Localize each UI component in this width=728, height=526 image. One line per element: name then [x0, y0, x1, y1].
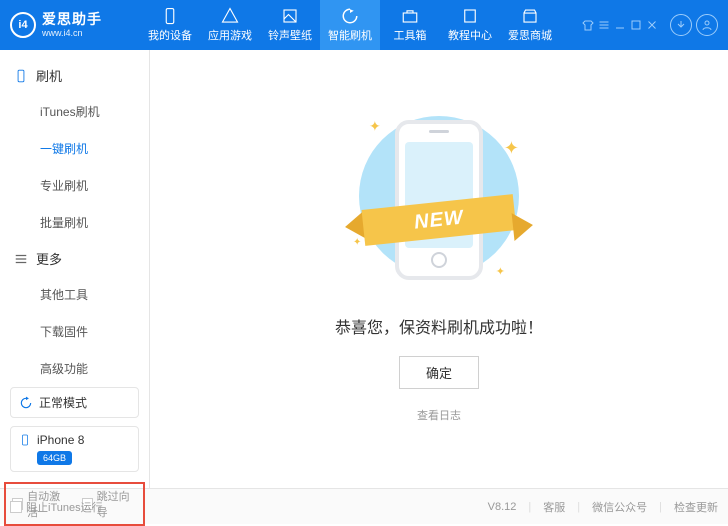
app-logo: i4 爱思助手 www.i4.cn: [10, 11, 140, 39]
close-icon[interactable]: [646, 19, 658, 31]
refresh-icon: [19, 396, 33, 410]
flash-icon: [341, 7, 359, 25]
minimize-icon[interactable]: [614, 19, 626, 31]
new-ribbon: NEW: [339, 198, 539, 244]
nav-label: 铃声壁纸: [268, 27, 312, 43]
nav-label: 智能刷机: [328, 27, 372, 43]
download-button[interactable]: [670, 14, 692, 36]
logo-icon: i4: [10, 12, 36, 38]
ribbon-text: NEW: [362, 194, 517, 246]
device-name: iPhone 8: [37, 433, 84, 447]
device-mode[interactable]: 正常模式: [10, 387, 139, 418]
wechat-link[interactable]: 微信公众号: [592, 499, 647, 515]
view-log-link[interactable]: 查看日志: [417, 407, 461, 423]
nav-label: 爱思商城: [508, 27, 552, 43]
account-button[interactable]: [696, 14, 718, 36]
storage-badge: 64GB: [37, 451, 72, 465]
app-icon: [221, 7, 239, 25]
nav-label: 我的设备: [148, 27, 192, 43]
success-message: 恭喜您，保资料刷机成功啦！: [335, 314, 543, 338]
sidebar-item-advanced[interactable]: 高级功能: [0, 350, 149, 387]
store-icon: [521, 7, 539, 25]
sidebar-item-other[interactable]: 其他工具: [0, 276, 149, 313]
nav-ringtone[interactable]: 铃声壁纸: [260, 0, 320, 50]
sidebar: 刷机 iTunes刷机 一键刷机 专业刷机 批量刷机 更多 其他工具 下载固件 …: [0, 50, 150, 488]
nav-label: 应用游戏: [208, 27, 252, 43]
block-itunes-checkbox[interactable]: 阻止iTunes运行: [10, 499, 103, 515]
checkbox-label: 阻止iTunes运行: [26, 499, 103, 515]
book-icon: [461, 7, 479, 25]
group-flash: 刷机: [0, 58, 149, 93]
nav-label: 教程中心: [448, 27, 492, 43]
top-nav: 我的设备 应用游戏 铃声壁纸 智能刷机 工具箱 教程中心 爱思商城: [140, 0, 582, 50]
nav-tutorial[interactable]: 教程中心: [440, 0, 500, 50]
check-update-link[interactable]: 检查更新: [674, 499, 718, 515]
device-icon: [161, 7, 179, 25]
customer-service-link[interactable]: 客服: [543, 499, 565, 515]
toolbox-icon: [401, 7, 419, 25]
phone-icon: [19, 433, 31, 447]
ok-button[interactable]: 确定: [399, 356, 479, 389]
nav-store[interactable]: 爱思商城: [500, 0, 560, 50]
sidebar-item-oneclick[interactable]: 一键刷机: [0, 130, 149, 167]
mode-label: 正常模式: [39, 394, 87, 411]
nav-label: 工具箱: [394, 27, 427, 43]
app-header: i4 爱思助手 www.i4.cn 我的设备 应用游戏 铃声壁纸 智能刷机 工具…: [0, 0, 728, 50]
nav-app-games[interactable]: 应用游戏: [200, 0, 260, 50]
app-title: 爱思助手: [42, 11, 102, 28]
menu-icon[interactable]: [598, 19, 610, 31]
group-title: 刷机: [36, 66, 62, 85]
device-icon: [14, 69, 28, 83]
sidebar-item-pro[interactable]: 专业刷机: [0, 167, 149, 204]
nav-flash[interactable]: 智能刷机: [320, 0, 380, 50]
maximize-icon[interactable]: [630, 19, 642, 31]
group-title: 更多: [36, 249, 62, 268]
skin-icon[interactable]: [582, 19, 594, 31]
sidebar-item-batch[interactable]: 批量刷机: [0, 204, 149, 241]
wallpaper-icon: [281, 7, 299, 25]
nav-my-device[interactable]: 我的设备: [140, 0, 200, 50]
main-content: ✦ ✦ ✦ ✦ NEW 恭喜您，保资料刷机成功啦！ 确定 查看日志: [150, 50, 728, 488]
nav-toolbox[interactable]: 工具箱: [380, 0, 440, 50]
device-card[interactable]: iPhone 8 64GB: [10, 426, 139, 472]
sidebar-item-itunes[interactable]: iTunes刷机: [0, 93, 149, 130]
app-url: www.i4.cn: [42, 28, 102, 39]
version-text: V8.12: [488, 501, 517, 513]
success-illustration: ✦ ✦ ✦ ✦ NEW: [329, 110, 549, 290]
group-more: 更多: [0, 241, 149, 276]
menu-icon: [14, 252, 28, 266]
sidebar-item-download[interactable]: 下载固件: [0, 313, 149, 350]
